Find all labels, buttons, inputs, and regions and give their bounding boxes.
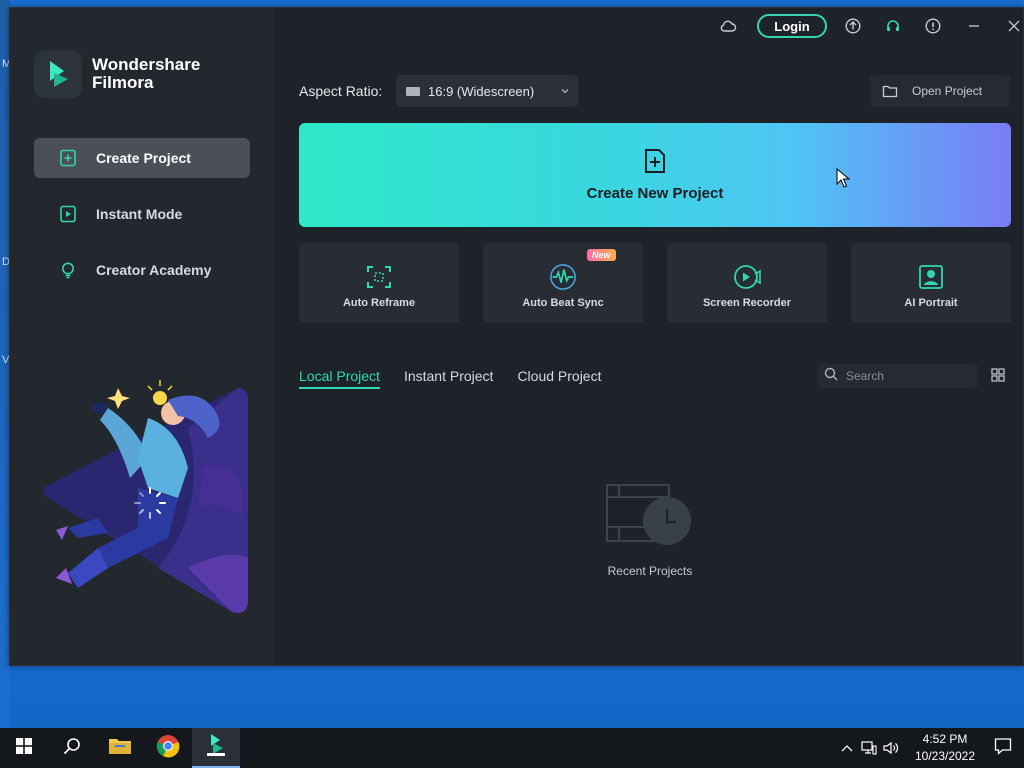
filmora-logo-icon — [205, 733, 227, 762]
brand-line-2: Filmora — [92, 73, 154, 92]
lightbulb-icon — [58, 260, 78, 280]
chrome-icon — [156, 734, 180, 763]
brand-name: Wondershare Filmora — [92, 56, 200, 92]
chrome-button[interactable] — [144, 728, 192, 768]
file-explorer-button[interactable] — [96, 728, 144, 768]
taskbar: 4:52 PM 10/23/2022 — [0, 728, 1024, 768]
chevron-up-icon[interactable] — [836, 728, 858, 768]
search-icon — [824, 367, 838, 386]
grid-view-icon[interactable] — [991, 368, 1005, 387]
folder-icon — [108, 736, 132, 761]
tab-cloud-project[interactable]: Cloud Project — [517, 368, 601, 389]
aspect-ratio-value: 16:9 (Widescreen) — [428, 83, 535, 99]
tool-label: AI Portrait — [904, 297, 958, 309]
tool-label: Screen Recorder — [702, 297, 792, 309]
plus-square-icon — [58, 148, 78, 168]
minimize-icon[interactable] — [963, 15, 985, 37]
auto-beat-sync-card[interactable]: New Auto Beat Sync — [483, 243, 643, 323]
new-badge: New — [587, 249, 616, 261]
create-new-project-button[interactable]: Create New Project — [299, 123, 1011, 227]
sidebar-item-label: Instant Mode — [96, 206, 183, 222]
taskbar-search-button[interactable] — [48, 728, 96, 768]
quick-tools: Auto Reframe New Auto Beat Sync Screen R… — [299, 243, 1011, 323]
beat-sync-icon — [549, 263, 577, 291]
sidebar: Wondershare Filmora Create Project Insta… — [10, 8, 274, 665]
reframe-icon — [365, 263, 393, 291]
cloud-icon[interactable] — [717, 15, 739, 37]
info-icon[interactable] — [922, 15, 944, 37]
close-icon[interactable] — [1003, 15, 1024, 37]
add-file-icon — [643, 148, 667, 179]
sidebar-item-creator-academy[interactable]: Creator Academy — [34, 250, 250, 290]
auto-reframe-card[interactable]: Auto Reframe — [299, 243, 459, 323]
open-project-button[interactable]: Open Project — [870, 75, 1010, 107]
notification-icon — [994, 737, 1012, 760]
open-project-label: Open Project — [912, 84, 983, 98]
brand-line-1: Wondershare — [92, 55, 201, 74]
taskbar-clock[interactable]: 4:52 PM 10/23/2022 — [908, 731, 982, 765]
sidebar-item-create-project[interactable]: Create Project — [34, 138, 250, 178]
title-bar: Login — [274, 8, 1023, 44]
folder-icon — [882, 84, 898, 98]
notification-button[interactable] — [982, 728, 1024, 768]
tab-local-project[interactable]: Local Project — [299, 368, 380, 389]
filmora-logo-icon — [34, 50, 82, 98]
filmora-taskbar-button[interactable] — [192, 728, 240, 768]
project-tabs: Local Project Instant Project Cloud Proj… — [299, 368, 625, 389]
login-button[interactable]: Login — [757, 14, 827, 38]
instant-mode-icon — [58, 204, 78, 224]
screen-recorder-card[interactable]: Screen Recorder — [667, 243, 827, 323]
aspect-ratio-label: Aspect Ratio: — [299, 83, 383, 99]
start-button[interactable] — [0, 728, 48, 768]
clock-date: 10/23/2022 — [914, 749, 976, 763]
sidebar-item-label: Create Project — [96, 150, 191, 166]
brand: Wondershare Filmora — [34, 50, 200, 98]
tool-label: Auto Beat Sync — [522, 297, 604, 309]
creator-illustration — [38, 368, 248, 618]
system-tray: 4:52 PM 10/23/2022 — [836, 728, 1024, 768]
sidebar-item-instant-mode[interactable]: Instant Mode — [34, 194, 250, 234]
network-icon[interactable] — [858, 728, 880, 768]
screen-recorder-icon — [733, 263, 761, 291]
sidebar-nav: Create Project Instant Mode Creator Acad… — [34, 138, 250, 306]
film-clock-icon — [605, 484, 695, 553]
create-new-project-label: Create New Project — [586, 185, 724, 202]
ai-portrait-card[interactable]: AI Portrait — [851, 243, 1011, 323]
sidebar-item-label: Creator Academy — [96, 262, 212, 278]
windows-logo-icon — [16, 737, 32, 759]
search-input[interactable] — [846, 369, 966, 383]
search-icon — [63, 737, 81, 760]
upload-icon[interactable] — [842, 15, 864, 37]
clock-time: 4:52 PM — [922, 732, 968, 746]
filmora-window: Wondershare Filmora Create Project Insta… — [9, 7, 1024, 666]
tool-label: Auto Reframe — [342, 297, 416, 309]
search-box — [818, 364, 978, 388]
recent-projects-empty-state: Recent Projects — [570, 483, 730, 578]
ai-portrait-icon — [917, 263, 945, 291]
volume-icon[interactable] — [880, 728, 902, 768]
aspect-ratio-dropdown[interactable]: 16:9 (Widescreen) — [396, 75, 578, 107]
mouse-cursor-icon — [836, 167, 851, 193]
widescreen-icon — [406, 86, 420, 96]
tab-instant-project[interactable]: Instant Project — [404, 368, 494, 389]
headset-icon[interactable] — [882, 15, 904, 37]
empty-state-label: Recent Projects — [607, 564, 693, 578]
chevron-down-icon — [560, 84, 570, 99]
